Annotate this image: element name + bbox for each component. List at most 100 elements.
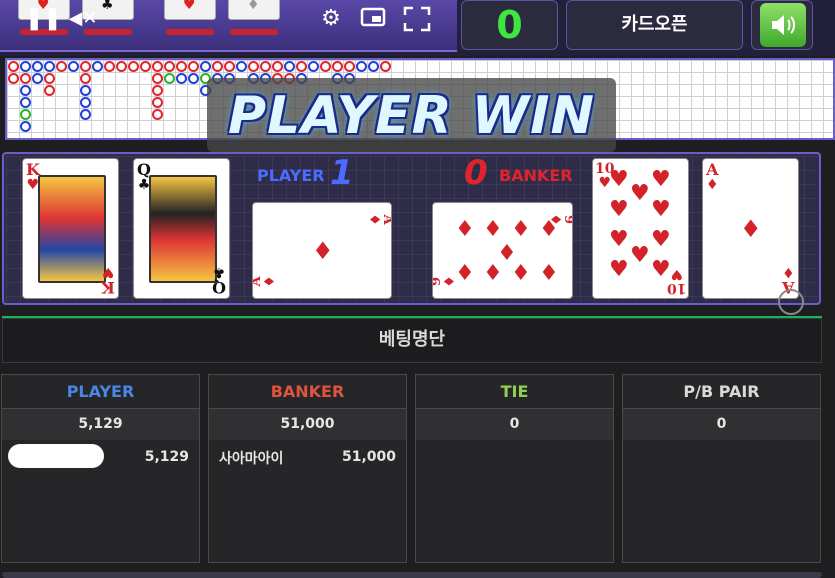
history-bar <box>230 29 278 35</box>
bet-list-title: 베팅명단 <box>2 318 822 363</box>
result-banner: PLAYER WIN <box>207 78 616 152</box>
bet-amount: 5,129 <box>144 449 189 465</box>
bead-marker <box>188 61 199 72</box>
bead-marker <box>56 61 67 72</box>
table-background <box>6 156 818 302</box>
bead-marker <box>320 61 331 72</box>
bead-marker <box>152 73 163 84</box>
queen-face-icon <box>149 175 217 283</box>
column-header: P/B PAIR <box>623 375 820 409</box>
bet-column-tie: TIE 0 <box>415 374 614 563</box>
card-rank: 10 <box>666 280 686 296</box>
masked-username <box>8 444 104 468</box>
bead-marker <box>20 61 31 72</box>
bead-marker <box>104 61 115 72</box>
card-table <box>2 152 821 305</box>
bead-marker <box>20 85 31 96</box>
bead-marker <box>284 61 295 72</box>
bead-marker <box>344 61 355 72</box>
heart-pip-icon: ♥ <box>609 197 629 222</box>
card-suit: ♥ <box>669 266 683 282</box>
heart-pip-icon: ♥ <box>651 227 671 252</box>
history-bar <box>166 29 214 35</box>
diamond-pip-icon: ♦ <box>511 261 531 286</box>
column-total: 0 <box>416 409 613 440</box>
bead-marker <box>140 61 151 72</box>
heart-pip-icon: ♥ <box>630 243 650 268</box>
bead-marker <box>44 73 55 84</box>
card-open-button[interactable]: 카드오픈 <box>566 0 743 50</box>
banker-card-2: 10 ♥ ♥ ♥ ♥ ♥ ♥ ♥ ♥ ♥ ♥ ♥ 10 ♥ <box>592 158 689 299</box>
history-card: ♥ <box>164 0 216 20</box>
mute-icon[interactable]: ◀✕ <box>68 6 98 32</box>
username: 사아마아이 <box>219 451 284 467</box>
bead-marker <box>20 73 31 84</box>
king-face-icon <box>38 175 106 283</box>
bead-marker <box>92 61 103 72</box>
card-suit: ♦ <box>261 275 278 288</box>
bead-marker <box>80 97 91 108</box>
player-card-2: Q ♣ Q ♣ <box>133 158 230 299</box>
list-item: 5,129 <box>2 440 199 474</box>
result-text: PLAYER WIN <box>227 86 596 146</box>
card-center-pip: ♦ <box>740 215 762 243</box>
player-card-3: A♦ ♦ A♦ <box>252 202 392 299</box>
card-suit: ♦ <box>782 264 795 280</box>
bead-marker <box>20 109 31 120</box>
speaker-icon[interactable] <box>760 3 806 47</box>
diamond-pip-icon: ♦ <box>455 261 475 286</box>
bead-marker <box>236 61 247 72</box>
player-label: PLAYER <box>257 166 325 185</box>
bead-marker <box>32 73 43 84</box>
heart-pip-icon: ♥ <box>609 227 629 252</box>
bead-marker <box>200 61 211 72</box>
top-bar: ♥ ♣ ♥ ♦ ❚❚ ◀✕ ⚙ 0 카드오픈 <box>0 0 835 56</box>
sound-button[interactable] <box>751 0 813 50</box>
countdown-timer: 0 <box>461 0 558 50</box>
gear-icon[interactable]: ⚙ <box>316 6 346 32</box>
column-total: 51,000 <box>209 409 406 440</box>
bead-marker <box>212 61 223 72</box>
bead-marker <box>176 73 187 84</box>
bead-marker <box>116 61 127 72</box>
column-total: 5,129 <box>2 409 199 440</box>
bead-marker <box>176 61 187 72</box>
fullscreen-icon[interactable] <box>402 6 432 39</box>
card-rank: Q <box>212 278 226 297</box>
heart-pip-icon: ♥ <box>630 181 650 206</box>
bead-marker <box>296 61 307 72</box>
bead-marker <box>8 61 19 72</box>
bead-marker <box>260 61 271 72</box>
card-rank: K <box>101 278 115 297</box>
bead-marker <box>152 85 163 96</box>
bead-marker <box>128 61 139 72</box>
card-suit: ♦ <box>366 213 383 226</box>
heart-pip-icon: ♥ <box>609 257 629 282</box>
diamond-pip-icon: ♦ <box>483 217 503 242</box>
player-card-1: K ♥ K ♥ <box>22 158 119 299</box>
history-strip: ♥ ♣ ♥ ♦ ❚❚ ◀✕ ⚙ <box>0 0 457 52</box>
bead-marker <box>8 73 19 84</box>
scroll-handle[interactable] <box>778 289 804 315</box>
column-header: PLAYER <box>2 375 199 409</box>
bead-marker <box>272 61 283 72</box>
bead-marker <box>152 97 163 108</box>
card-center-pip: ♦ <box>312 237 334 265</box>
diamond-pip-icon: ♦ <box>539 217 559 242</box>
bead-marker <box>44 61 55 72</box>
bottom-strip <box>2 572 822 578</box>
pause-icon[interactable]: ❚❚ <box>25 6 62 32</box>
bead-marker <box>248 61 259 72</box>
diamond-pip-icon: ♦ <box>511 217 531 242</box>
history-card: ♦ <box>228 0 280 20</box>
picture-in-picture-icon[interactable] <box>358 6 388 35</box>
bead-marker <box>164 61 175 72</box>
card-rank: 9 <box>561 215 572 224</box>
column-total: 0 <box>623 409 820 440</box>
bead-marker <box>80 73 91 84</box>
player-score: 1 <box>330 153 354 193</box>
list-item: 사아마아이 51,000 <box>209 440 406 474</box>
card-rank: A <box>380 214 391 224</box>
diamond-pip-icon: ♦ <box>539 261 559 286</box>
diamond-pip-icon: ♦ <box>483 261 503 286</box>
